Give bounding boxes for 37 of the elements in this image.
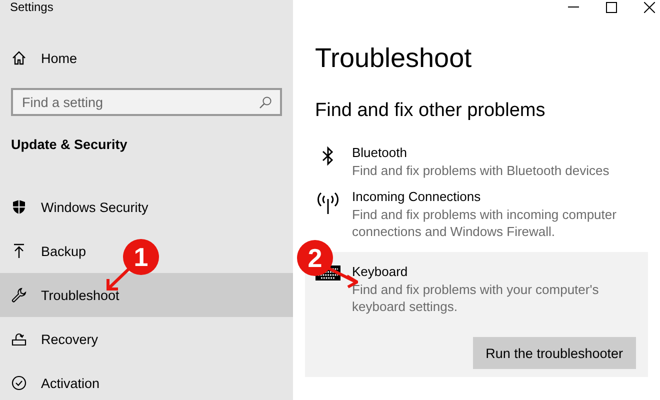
upload-arrow-icon [11,243,27,259]
troubleshooter-item[interactable]: Bluetooth Find and fix problems with Bluetooth devices [305,139,648,183]
shield-icon [11,199,27,215]
troubleshooter-name: Incoming Connections [352,188,482,206]
nav-item[interactable]: Backup [0,229,94,273]
home-label: Home [41,50,78,66]
nav-label: Windows Security [41,200,148,214]
run-troubleshooter-button[interactable]: Run the troubleshooter [472,337,636,369]
nav-label: Backup [41,244,86,258]
nav-label: Activation [41,376,100,390]
close-icon[interactable] [644,2,655,12]
nav-label: Troubleshoot [41,288,120,302]
troubleshooter-description: Find and fix problems with Bluetooth devices [352,162,610,179]
maximize-icon[interactable] [606,2,617,12]
home-icon [11,50,27,66]
nav-item[interactable]: Recovery [0,317,106,361]
bluetooth-icon [322,146,334,166]
nav-label: Recovery [41,332,98,346]
minimize-icon[interactable] [568,6,579,8]
nav-item[interactable]: Activation [0,361,108,400]
recovery-icon [11,331,27,347]
page-title: Troubleshoot [315,42,473,74]
section-heading: Find and fix other problems [315,99,546,123]
nav-item[interactable]: Troubleshoot [0,273,293,317]
troubleshooter-description: Find and fix problems with incoming computer connections and Windows Firewall. [352,206,618,240]
troubleshooter-name: Keyboard [352,263,409,281]
troubleshooter-description: Find and fix problems with your computer's keyboard settings. [352,281,600,315]
nav-item[interactable]: Windows Security [0,185,156,229]
home-link[interactable]: Home [0,36,293,80]
wrench-icon [11,287,27,303]
section-heading: Update & Security [11,136,128,154]
search-field[interactable]: Find a setting [11,88,282,116]
antenna-icon [316,190,340,214]
window-title: Settings [9,0,54,16]
check-circle-icon [11,375,27,391]
search-icon [259,96,272,109]
troubleshooter-name: Bluetooth [352,144,408,162]
